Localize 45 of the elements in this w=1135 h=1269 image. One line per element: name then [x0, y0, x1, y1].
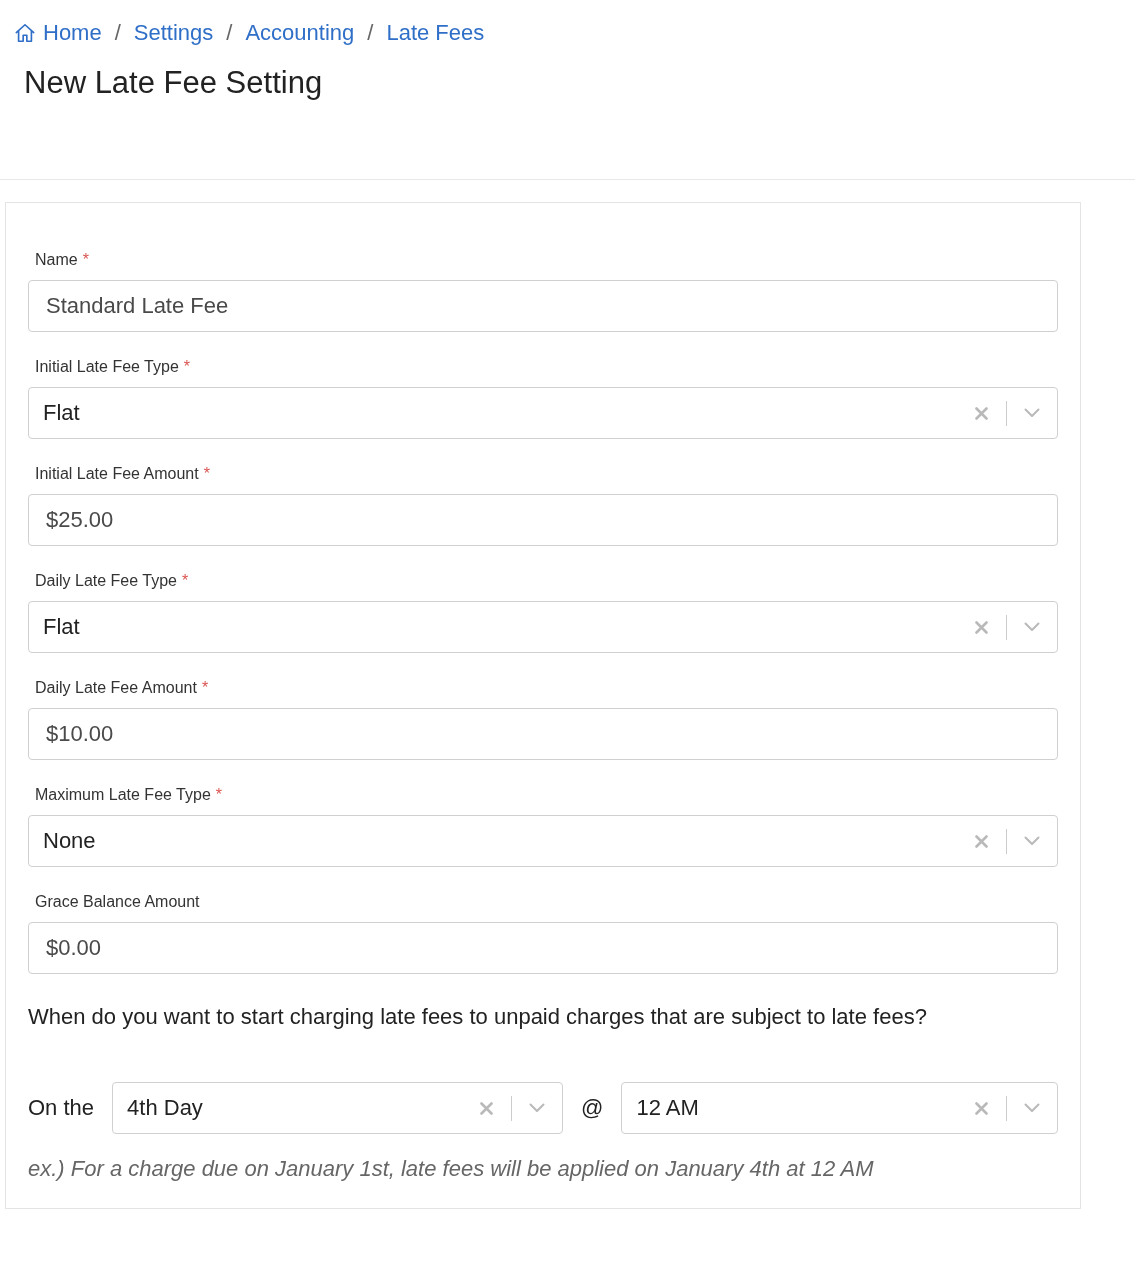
- page-title: New Late Fee Setting: [24, 65, 324, 101]
- dropdown-select[interactable]: 4th Day: [112, 1082, 564, 1134]
- chevron-down-icon[interactable]: [529, 1103, 546, 1113]
- breadcrumb-link[interactable]: Settings: [133, 18, 214, 48]
- row-label: On the: [28, 1094, 95, 1122]
- breadcrumb-link[interactable]: Home: [14, 18, 102, 48]
- breadcrumb-separator: /: [226, 19, 233, 47]
- clear-icon[interactable]: [480, 1101, 494, 1115]
- question-text: When do you want to start charging late fees to unpaid charges that are subject to late fees?: [28, 1003, 928, 1031]
- dropdown-select[interactable]: None: [28, 815, 1058, 867]
- text-input[interactable]: Standard Late Fee: [28, 280, 1058, 332]
- dropdown-select[interactable]: Flat: [28, 387, 1058, 439]
- chevron-down-icon[interactable]: [1024, 1103, 1040, 1113]
- breadcrumb-link[interactable]: Late Fees: [386, 18, 485, 48]
- field-label: Name: [35, 250, 78, 270]
- text-input[interactable]: $10.00: [28, 708, 1058, 760]
- field-label: Grace Balance Amount: [35, 892, 200, 912]
- required-asterisk: *: [203, 464, 210, 484]
- breadcrumb-separator: /: [114, 19, 121, 47]
- text-input[interactable]: $25.00: [28, 494, 1058, 546]
- chevron-down-icon[interactable]: [1024, 622, 1040, 632]
- home-icon: [14, 22, 36, 44]
- required-asterisk: *: [183, 357, 191, 377]
- breadcrumb-separator: /: [367, 19, 374, 47]
- required-asterisk: *: [201, 678, 209, 698]
- dropdown-select[interactable]: 12 AM: [621, 1082, 1058, 1134]
- chevron-down-icon[interactable]: [1024, 836, 1040, 846]
- required-asterisk: *: [215, 785, 222, 805]
- required-asterisk: *: [82, 250, 89, 270]
- breadcrumb-link[interactable]: Accounting: [245, 18, 355, 48]
- clear-icon[interactable]: [975, 620, 988, 634]
- field-label: Maximum Late Fee Type: [35, 785, 211, 805]
- chevron-down-icon[interactable]: [1024, 408, 1040, 418]
- required-asterisk: *: [182, 571, 189, 591]
- text-input[interactable]: $0.00: [28, 922, 1058, 974]
- dropdown-select[interactable]: Flat: [28, 601, 1058, 653]
- field-label: Initial Late Fee Amount: [35, 464, 199, 484]
- clear-icon[interactable]: [975, 1101, 988, 1115]
- field-label: Initial Late Fee Type: [35, 357, 179, 377]
- clear-icon[interactable]: [975, 406, 988, 420]
- field-label: Daily Late Fee Type: [35, 571, 177, 591]
- example-text: ex.) For a charge due on January 1st, late fees will be applied on January 4th at 12 AM: [28, 1155, 875, 1183]
- clear-icon[interactable]: [975, 834, 988, 848]
- field-label: Daily Late Fee Amount: [35, 678, 197, 698]
- at-sign: @: [581, 1094, 604, 1122]
